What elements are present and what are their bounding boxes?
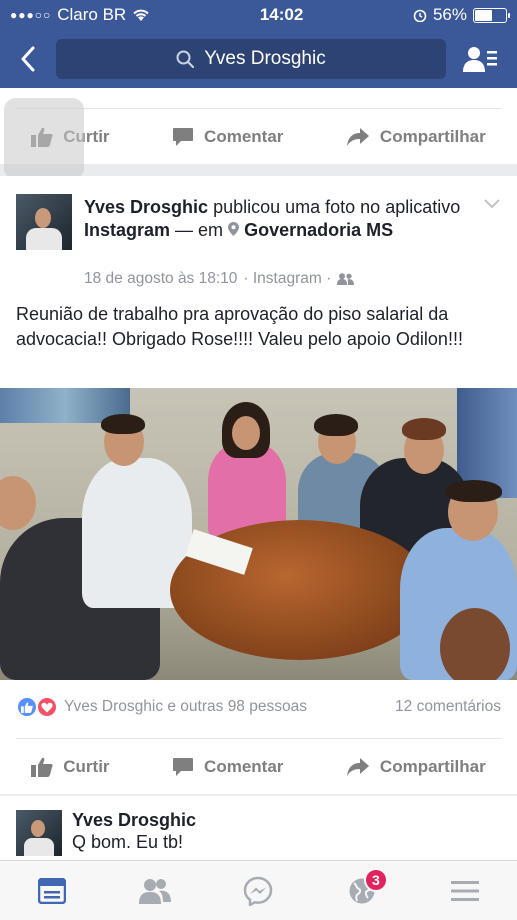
tab-news-feed[interactable]: [22, 866, 82, 916]
notifications-badge: 3: [363, 867, 388, 892]
messenger-icon: [244, 876, 273, 906]
divider: [16, 738, 501, 739]
reactions-row[interactable]: Yves Drosghic e outras 98 pessoas 12 com…: [16, 696, 501, 718]
like-label: Curtir: [63, 757, 110, 776]
commenter-name[interactable]: Yves Drosghic: [72, 810, 196, 831]
post-verb: publicou uma foto no aplicativo: [213, 197, 461, 217]
post-actions: Curtir Comentar Compartilhar: [0, 740, 517, 794]
carrier: Claro BR: [57, 5, 127, 24]
search-icon: [176, 50, 195, 68]
tab-friends[interactable]: [125, 866, 185, 916]
nav-bar: Yves Drosghic: [0, 38, 517, 80]
news-feed-icon: [37, 877, 66, 904]
love-reaction-icon: [36, 696, 58, 718]
share-icon: [346, 758, 369, 776]
comment-text: Q bom. Eu tb!: [72, 832, 184, 852]
chevron-down-icon[interactable]: [483, 198, 501, 210]
place-name[interactable]: Governadoria MS: [244, 220, 393, 240]
wifi-icon: [133, 9, 149, 21]
comment-item: Yves Drosghic Q bom. Eu tb!: [0, 796, 517, 860]
top-bar: ●●●○○ Claro BR 14:02 56% Yves Drosghic: [0, 0, 517, 88]
app: ●●●○○ Claro BR 14:02 56% Yves Drosghic C…: [0, 0, 517, 920]
share-button[interactable]: Compartilhar: [346, 127, 486, 147]
friend-requests-icon: [463, 47, 497, 72]
divider: [16, 108, 501, 109]
author-avatar[interactable]: [16, 194, 72, 250]
signal-icon: ●●●○○: [10, 8, 52, 22]
em-separator: — em: [175, 220, 224, 240]
share-label: Compartilhar: [379, 757, 486, 776]
tab-messenger[interactable]: [228, 866, 288, 916]
app-name[interactable]: Instagram: [84, 220, 170, 240]
feed-post: Yves Drosghic publicou uma foto no aplic…: [0, 176, 517, 794]
location-pin-icon: [228, 222, 240, 236]
like-button[interactable]: Curtir: [31, 757, 110, 777]
battery-icon: [472, 7, 510, 23]
post-header: Yves Drosghic publicou uma foto no aplic…: [84, 196, 474, 242]
post-via: · Instagram ·: [243, 270, 332, 287]
battery-percent: 56%: [432, 5, 467, 24]
post-text: Reunião de trabalho pra aprovação do pis…: [16, 304, 463, 349]
friends-audience-icon: [337, 273, 355, 285]
status-bar: ●●●○○ Claro BR 14:02 56%: [0, 0, 517, 30]
menu-icon: [451, 880, 480, 901]
pressed-highlight: [4, 98, 84, 180]
comment-button[interactable]: Comentar: [172, 127, 283, 147]
friends-icon: [139, 878, 172, 904]
post-photo[interactable]: [0, 388, 517, 680]
comment-button[interactable]: Comentar: [172, 757, 283, 777]
clock: 14:02: [259, 5, 304, 24]
post-meta: 18 de agosto às 18:10 · Instagram ·: [84, 270, 355, 288]
comment-label: Comentar: [204, 127, 284, 146]
share-button[interactable]: Compartilhar: [346, 757, 486, 777]
share-icon: [346, 128, 369, 146]
comments-count[interactable]: 12 comentários: [395, 698, 501, 716]
bottom-tab-bar: 3: [0, 860, 517, 920]
back-chevron-icon: [21, 46, 35, 72]
author-name[interactable]: Yves Drosghic: [84, 197, 208, 217]
comment-label: Comentar: [204, 757, 284, 776]
back-button[interactable]: [0, 46, 56, 72]
tab-menu[interactable]: [435, 866, 495, 916]
post-date[interactable]: 18 de agosto às 18:10: [84, 270, 237, 288]
tab-notifications[interactable]: 3: [332, 866, 392, 916]
search-query: Yves Drosghic: [204, 48, 326, 69]
comment-icon: [173, 128, 194, 146]
like-reaction-icon: [16, 696, 38, 718]
alarm-icon: [413, 9, 427, 22]
reactions-text: Yves Drosghic e outras 98 pessoas: [64, 698, 307, 715]
share-label: Compartilhar: [379, 127, 486, 146]
friend-requests-button[interactable]: [460, 45, 500, 73]
like-icon: [31, 757, 53, 777]
comment-icon: [173, 758, 194, 776]
commenter-avatar[interactable]: [16, 810, 62, 856]
search-input[interactable]: Yves Drosghic: [56, 39, 446, 79]
